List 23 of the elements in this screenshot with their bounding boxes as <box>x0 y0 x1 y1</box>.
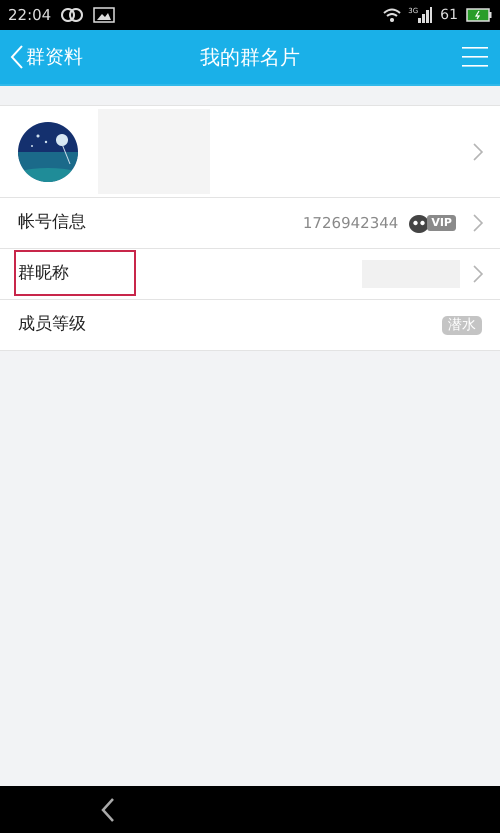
battery-icon <box>466 8 492 22</box>
chevron-right-icon <box>472 213 484 233</box>
row-label: 成员等级 <box>18 313 86 336</box>
list-row[interactable]: 群昵称 <box>0 249 500 300</box>
signal-icon <box>418 7 432 23</box>
rings-icon <box>59 7 86 23</box>
back-icon[interactable] <box>100 796 116 822</box>
vip-badge: VIP <box>408 212 456 234</box>
battery-text: 61 <box>440 6 458 24</box>
clock-text: 22:04 <box>8 4 52 26</box>
profile-row[interactable] <box>0 106 500 198</box>
page-title: 我的群名片 <box>200 44 300 71</box>
list-row[interactable]: 成员等级 潜水 <box>0 300 500 351</box>
row-value: 1726942344 <box>302 212 398 234</box>
level-tag: 潜水 <box>442 316 482 334</box>
list-row[interactable]: 帐号信息 1726942344 VIP <box>0 198 500 249</box>
chevron-right-icon <box>472 264 484 284</box>
wifi-icon <box>382 7 402 23</box>
row-label: 帐号信息 <box>18 211 86 234</box>
chevron-right-icon <box>472 142 484 162</box>
row-label: 群昵称 <box>18 262 69 286</box>
back-icon <box>10 44 24 70</box>
image-icon <box>93 7 116 23</box>
